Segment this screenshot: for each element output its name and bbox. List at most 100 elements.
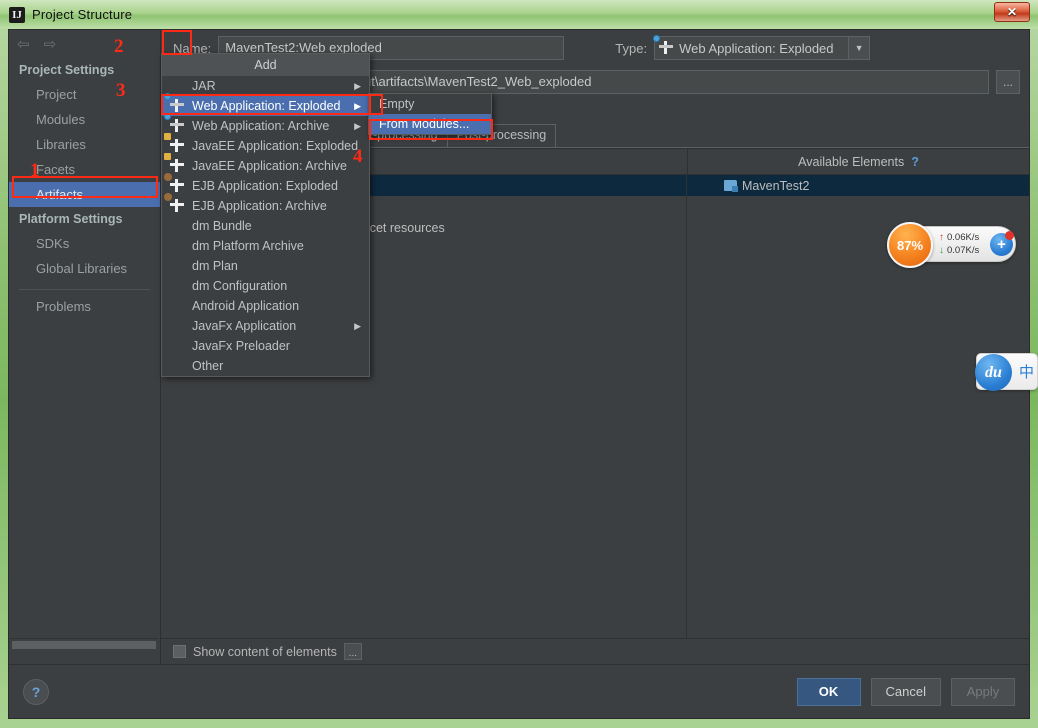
menu-item-dm-bundle[interactable]: dm Bundle: [162, 216, 369, 236]
cancel-button[interactable]: Cancel: [870, 677, 941, 706]
back-icon[interactable]: ⇦: [17, 37, 30, 52]
menu-item-label: Android Application: [192, 299, 300, 313]
close-icon[interactable]: ✕: [994, 2, 1030, 22]
baidu-ime-widget[interactable]: du 中: [975, 353, 1038, 391]
scrollbar-thumb[interactable]: [12, 641, 156, 649]
browse-button[interactable]: ...: [996, 70, 1020, 94]
web-exploded-icon: [164, 92, 185, 114]
menu-item-jar[interactable]: JAR ▶: [162, 76, 369, 96]
upload-arrow-icon: ↑: [939, 232, 944, 243]
menu-item-android-application[interactable]: Android Application: [162, 296, 369, 316]
download-rate-row: ↓ 0.07K/s: [939, 244, 979, 257]
sidebar-item-project[interactable]: Project: [9, 82, 160, 107]
ime-mode-indicator[interactable]: 中: [1019, 361, 1034, 382]
web-exploded-submenu: Empty From Modules...: [368, 93, 492, 135]
sidebar-group-project-settings: Project Settings: [19, 63, 115, 77]
dm-plan-icon: [170, 259, 185, 274]
chevron-down-icon[interactable]: ▼: [848, 37, 870, 59]
dm-platform-archive-icon: [170, 239, 185, 254]
module-icon: [723, 179, 738, 193]
javaee-exploded-icon: [164, 132, 185, 154]
annotation-number-1: 1: [30, 160, 40, 181]
download-rate-value: 0.07K/s: [947, 245, 980, 256]
submenu-item-from-modules[interactable]: From Modules...: [369, 114, 491, 134]
sidebar-item-problems[interactable]: Problems: [9, 294, 160, 319]
javaee-archive-icon: [164, 152, 185, 174]
menu-item-label: JavaEE Application: Exploded: [192, 139, 359, 153]
add-plus-icon[interactable]: +: [990, 231, 1014, 256]
menu-item-label: Web Application: Exploded: [192, 99, 341, 113]
javafx-application-icon: [170, 319, 185, 334]
web-archive-icon: [164, 112, 185, 134]
menu-item-javafx-application[interactable]: JavaFx Application ▶: [162, 316, 369, 336]
sidebar-nav-arrows: ⇦ ⇨: [9, 30, 160, 58]
settings-sidebar: ⇦ ⇨ Project Settings Project Modules Lib…: [9, 30, 161, 664]
sidebar-item-modules[interactable]: Modules: [9, 107, 160, 132]
network-speed-widget[interactable]: 87% ↑ 0.06K/s ↓ 0.07K/s +: [887, 222, 1016, 268]
annotation-number-3: 3: [116, 80, 126, 101]
type-label: Type:: [615, 40, 648, 56]
menu-item-ejb-application-exploded[interactable]: EJB Application: Exploded: [162, 172, 369, 196]
menu-item-label: JavaFx Application: [192, 319, 297, 333]
menu-item-label: dm Configuration: [192, 279, 288, 293]
menu-item-web-application-exploded[interactable]: Web Application: Exploded ▶: [162, 92, 369, 116]
menu-item-label: dm Bundle: [192, 219, 252, 233]
menu-item-label: JavaFx Preloader: [192, 339, 290, 353]
chevron-right-icon: ▶: [354, 80, 361, 91]
sidebar-item-sdks[interactable]: SDKs: [9, 231, 160, 256]
artifact-type-dropdown[interactable]: Web Application: Exploded ▼: [653, 34, 871, 60]
other-icon: [170, 359, 185, 374]
menu-item-label: Other: [192, 359, 224, 373]
download-arrow-icon: ↓: [939, 245, 944, 256]
ok-button[interactable]: OK: [796, 677, 861, 706]
list-item[interactable]: MavenTest2: [687, 175, 1029, 196]
ejb-archive-icon: [164, 192, 185, 214]
boost-percent-badge[interactable]: 87%: [887, 222, 933, 268]
menu-item-other[interactable]: Other: [162, 356, 369, 376]
window-title: Project Structure: [32, 7, 133, 22]
show-content-checkbox[interactable]: [173, 645, 186, 658]
dm-configuration-icon: [170, 279, 185, 294]
sidebar-group-platform-settings: Platform Settings: [19, 212, 123, 226]
menu-item-web-application-archive[interactable]: Web Application: Archive ▶: [162, 112, 369, 136]
available-elements-header: Available Elements ?: [687, 148, 1029, 175]
menu-item-dm-platform-archive[interactable]: dm Platform Archive: [162, 236, 369, 256]
sidebar-divider: [19, 289, 150, 290]
chevron-right-icon: ▶: [354, 320, 361, 331]
menu-item-label: dm Plan: [192, 259, 238, 273]
menu-item-label: dm Platform Archive: [192, 239, 304, 253]
annotation-number-4: 4: [353, 146, 363, 167]
artifact-type-value: Web Application: Exploded: [679, 40, 834, 56]
output-directory-input[interactable]: MavenTest2\out\artifacts\MavenTest2_Web_…: [276, 70, 989, 94]
sidebar-item-libraries[interactable]: Libraries: [9, 132, 160, 157]
menu-item-label: Web Application: Archive: [192, 119, 330, 133]
forward-icon[interactable]: ⇨: [44, 37, 57, 52]
menu-item-javaee-application-exploded[interactable]: JavaEE Application: Exploded: [162, 132, 369, 156]
menu-item-label: JavaEE Application: Archive: [192, 159, 347, 173]
speed-rates: ↑ 0.06K/s ↓ 0.07K/s: [939, 231, 979, 257]
dialog-buttons: OK Cancel Apply: [796, 677, 1015, 706]
menu-item-label: EJB Application: Exploded: [192, 179, 338, 193]
menu-item-dm-configuration[interactable]: dm Configuration: [162, 276, 369, 296]
help-button[interactable]: ?: [23, 678, 49, 705]
show-content-options-button[interactable]: ...: [343, 643, 362, 660]
annotation-number-2: 2: [114, 36, 124, 57]
upload-rate-value: 0.06K/s: [947, 232, 980, 243]
web-exploded-icon: [653, 34, 674, 56]
apply-button[interactable]: Apply: [951, 677, 1015, 706]
upload-rate-row: ↑ 0.06K/s: [939, 231, 979, 244]
available-elements-label: Available Elements: [798, 154, 905, 169]
intellij-idea-icon: IJ: [9, 6, 25, 23]
menu-item-javaee-application-archive[interactable]: JavaEE Application: Archive: [162, 152, 369, 176]
menu-item-ejb-application-archive[interactable]: EJB Application: Archive: [162, 192, 369, 216]
help-icon[interactable]: ?: [911, 155, 919, 169]
baidu-logo-icon[interactable]: du: [975, 354, 1012, 391]
menu-item-dm-plan[interactable]: dm Plan: [162, 256, 369, 276]
menu-item-label: EJB Application: Archive: [192, 199, 327, 213]
javafx-preloader-icon: [170, 339, 185, 354]
submenu-item-empty[interactable]: Empty: [369, 94, 491, 114]
sidebar-item-artifacts[interactable]: Artifacts: [9, 182, 160, 207]
sidebar-item-global-libraries[interactable]: Global Libraries: [9, 256, 160, 281]
menu-item-javafx-preloader[interactable]: JavaFx Preloader: [162, 336, 369, 356]
sidebar-horizontal-scrollbar[interactable]: [10, 638, 158, 650]
